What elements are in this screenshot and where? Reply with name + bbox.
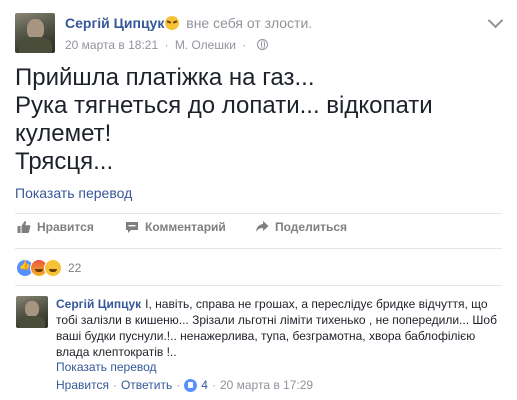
like-button[interactable]: Нравится [17, 220, 94, 234]
post-line: Трясця... [15, 148, 114, 175]
comment-like-count[interactable]: 4 [201, 378, 208, 392]
comment-reply-link[interactable]: Ответить [121, 378, 172, 392]
author-name[interactable]: Сергій Ципцук [65, 15, 164, 31]
post-header: Сергій Ципцук вне себя от злости. 20 мар… [15, 12, 505, 57]
globe-icon[interactable] [256, 39, 268, 50]
comment-meta: Нравится · Ответить · 4 · 20 марта в 17:… [56, 378, 313, 392]
share-label: Поделиться [275, 220, 348, 234]
thumbs-up-icon [17, 221, 31, 233]
angry-emoji-icon [165, 16, 180, 30]
comment-author[interactable]: Сергій Ципцук [56, 297, 141, 311]
post-location[interactable]: М. Олешки [175, 38, 236, 52]
comment-label: Комментарий [145, 220, 226, 234]
chevron-down-icon[interactable] [487, 12, 504, 29]
avatar-body [19, 316, 45, 328]
post-line: Рука тягнеться до лопати... відкопати ку… [15, 92, 433, 147]
show-translation-link[interactable]: Показать перевод [15, 185, 132, 201]
divider [15, 285, 502, 286]
comment-icon [126, 222, 138, 233]
meta-separator: · [112, 378, 117, 392]
meta-separator: · [211, 378, 216, 392]
reactions-summary[interactable]: 22 [16, 259, 81, 277]
comment-like-link[interactable]: Нравится [56, 378, 109, 392]
divider [15, 248, 502, 249]
comment-text: Сергій Ципцук І, навіть, справа не грошах… [56, 296, 506, 360]
post-body: Прийшла платіжка на газ... Рука тягнетьс… [15, 64, 495, 176]
avatar-face [27, 19, 44, 39]
like-reaction-icon[interactable] [184, 378, 198, 392]
author-avatar[interactable] [15, 13, 55, 53]
post-line: Прийшла платіжка на газ... [15, 64, 315, 91]
meta-separator: · [176, 378, 181, 392]
share-button[interactable]: Поделиться [255, 220, 347, 234]
action-bar: Нравится Комментарий Поделиться [15, 220, 495, 242]
post-card: Сергій Ципцук вне себя от злости. 20 мар… [0, 0, 517, 400]
reaction-count: 22 [68, 261, 82, 275]
meta-separator: · [242, 38, 247, 52]
comment-show-translation-link[interactable]: Показать перевод [56, 360, 157, 374]
feeling-text: вне себя от злости. [186, 15, 313, 31]
divider [15, 213, 502, 214]
post-date[interactable]: 20 марта в 18:21 [65, 38, 158, 52]
like-label: Нравится [37, 220, 94, 234]
comment-avatar[interactable] [16, 296, 48, 328]
post-meta: 20 марта в 18:21 · М. Олешки · [65, 38, 268, 52]
avatar-face [25, 301, 39, 317]
comment-date[interactable]: 20 марта в 17:29 [220, 378, 313, 392]
author-line: Сергій Ципцук вне себя от злости. [65, 15, 312, 31]
haha-reaction-icon [44, 259, 62, 277]
avatar-body [19, 37, 52, 53]
meta-separator: · [164, 38, 169, 52]
share-icon [256, 221, 269, 232]
comment-button[interactable]: Комментарий [125, 220, 226, 234]
